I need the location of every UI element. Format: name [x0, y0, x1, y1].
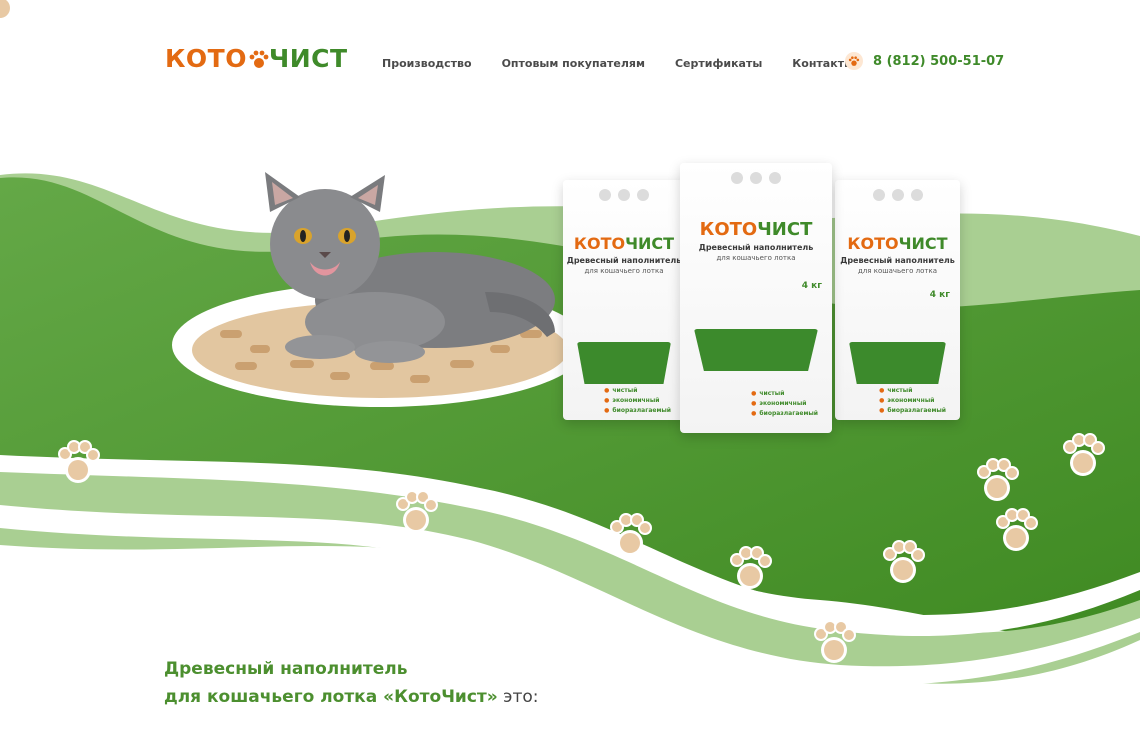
hero-heading-line2-wrap: для кошачьего лотка «КотоЧист» это: — [164, 683, 539, 711]
bag-logo: КОТОЧИСТ — [847, 234, 948, 253]
litter-tray — [694, 329, 818, 371]
paw-logo-icon — [249, 50, 269, 68]
bag-weight: 4 кг — [801, 281, 822, 291]
logo-text-part2: ЧИСТ — [269, 44, 348, 73]
bag-holes — [599, 189, 649, 201]
nav-item-certificates[interactable]: Сертификаты — [675, 57, 762, 70]
product-bag-right: КОТОЧИСТ Древесный наполнитель для кошачь… — [835, 180, 960, 420]
landing-page: КОТОЧИСТ Древесный наполнитель для кошачь… — [0, 0, 1140, 755]
bag-logo: КОТОЧИСТ — [699, 219, 813, 240]
logo-text-part1: КОТО — [165, 44, 247, 73]
litter-tray — [577, 342, 671, 384]
bag-subtitle: Древесный наполнитель для кошачьего лотка — [698, 243, 814, 262]
bag-weight: 4 кг — [929, 290, 950, 300]
bag-logo: КОТОЧИСТ — [573, 234, 675, 253]
hero-heading-tail: это: — [497, 687, 539, 707]
paw-phone-icon — [845, 52, 863, 70]
hero-heading-line2: для кошачьего лотка «КотоЧист» — [164, 687, 498, 707]
nav-item-wholesale[interactable]: Оптовым покупателям — [502, 57, 645, 70]
product-bag-left: КОТОЧИСТ Древесный наполнитель для кошачь… — [563, 180, 685, 420]
bag-holes — [731, 172, 781, 184]
bag-features: чистыйэкономичныйбиоразлагаемый — [604, 386, 671, 416]
site-logo[interactable]: КОТО ЧИСТ — [165, 44, 348, 74]
phone-contact[interactable]: 8 (812) 500-51-07 — [845, 52, 1004, 70]
bag-features: чистыйэкономичныйбиоразлагаемый — [879, 386, 946, 416]
bag-holes — [872, 189, 923, 201]
hero-heading: Древесный наполнитель для кошачьего лотк… — [164, 655, 539, 711]
litter-tray — [849, 342, 946, 384]
hero-heading-line1: Древесный наполнитель — [164, 659, 408, 679]
main-nav: Производство Оптовым покупателям Сертифи… — [382, 57, 854, 70]
cat-illustration — [265, 172, 555, 363]
bag-features: чистыйэкономичныйбиоразлагаемый — [751, 389, 818, 419]
nav-item-production[interactable]: Производство — [382, 57, 472, 70]
bag-subtitle: Древесный наполнитель для кошачьего лотка — [566, 256, 682, 275]
bag-subtitle: Древесный наполнитель для кошачьего лотка — [840, 256, 955, 275]
paw-print-icon — [0, 0, 13, 21]
product-bag-center: КОТОЧИСТ Древесный наполнитель для кошачь… — [680, 163, 832, 433]
phone-number[interactable]: 8 (812) 500-51-07 — [873, 54, 1004, 69]
